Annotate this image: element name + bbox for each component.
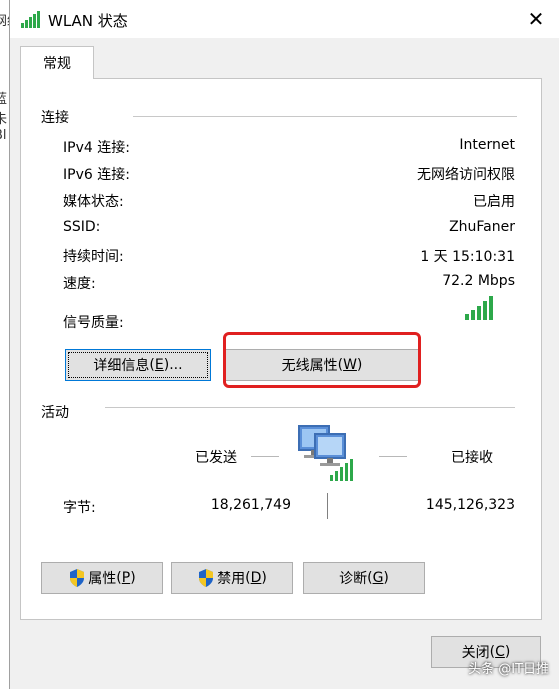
wifi-signal-icon <box>21 11 40 28</box>
details-button[interactable]: 详细信息(E)... <box>65 349 211 381</box>
ssid-label: SSID: <box>63 219 101 235</box>
diagnose-access-key: G <box>372 570 384 586</box>
wireless-properties-button[interactable]: 无线属性(W) <box>225 349 419 381</box>
disable-button[interactable]: 禁用(D) <box>171 562 293 594</box>
connection-section-title: 连接 <box>41 110 69 126</box>
duration-value: 1 天 15:10:31 <box>420 249 515 265</box>
general-panel: 连接 IPv4 连接: Internet IPv6 连接: 无网络访问权限 媒体… <box>20 78 542 620</box>
bytes-sent-value: 18,261,749 <box>210 497 291 513</box>
signal-quality-label: 信号质量: <box>63 315 124 331</box>
diagnose-button[interactable]: 诊断(G) <box>303 562 425 594</box>
activity-section-title: 活动 <box>41 405 69 421</box>
title-bar[interactable]: WLAN 状态 ✕ <box>10 0 559 38</box>
ipv6-label: IPv6 连接: <box>63 167 130 183</box>
close-icon: ✕ <box>527 7 545 31</box>
section-divider <box>133 116 517 117</box>
ssid-value: ZhuFaner <box>449 219 515 235</box>
details-access-key: E <box>154 357 164 373</box>
speed-label: 速度: <box>63 276 96 292</box>
background-text: 未 <box>0 108 7 127</box>
background-text: 蓝 <box>0 88 7 107</box>
uac-shield-icon <box>199 569 214 587</box>
sent-label: 已发送 <box>195 450 237 466</box>
ipv4-value: Internet <box>459 137 515 153</box>
media-state-value: 已启用 <box>473 194 515 210</box>
bytes-divider <box>327 493 328 519</box>
sent-line <box>251 456 279 457</box>
uac-shield-icon <box>70 569 85 587</box>
wireless-access-key: W <box>343 357 357 373</box>
window-title: WLAN 状态 <box>48 12 128 30</box>
ipv6-value: 无网络访问权限 <box>417 167 515 183</box>
close-window-button[interactable]: ✕ <box>513 0 559 38</box>
bytes-label: 字节: <box>63 500 96 516</box>
received-line <box>379 456 407 457</box>
properties-button[interactable]: 属性(P) <box>41 562 163 594</box>
duration-label: 持续时间: <box>63 249 124 265</box>
details-label: 详细信息 <box>93 358 150 374</box>
diagnose-label: 诊断 <box>339 571 368 587</box>
details-suffix: ... <box>169 357 183 373</box>
received-label: 已接收 <box>451 450 493 466</box>
signal-strength-icon <box>465 296 493 320</box>
properties-label: 属性 <box>88 571 117 587</box>
wlan-status-dialog: WLAN 状态 ✕ 常规 连接 IPv4 连接: Internet IPv6 连… <box>9 0 559 689</box>
background-text: Bl <box>0 128 7 143</box>
ipv4-label: IPv4 连接: <box>63 140 130 156</box>
bytes-received-value: 145,126,323 <box>425 497 515 513</box>
media-state-label: 媒体状态: <box>63 194 124 210</box>
disable-access-key: D <box>250 570 262 586</box>
section-divider <box>105 407 515 408</box>
speed-value: 72.2 Mbps <box>442 273 515 289</box>
tab-label: 常规 <box>43 56 71 72</box>
watermark-text: 头条 @IT日推 <box>468 662 549 677</box>
network-computers-icon <box>298 425 353 481</box>
wireless-properties-label: 无线属性 <box>281 358 338 374</box>
properties-access-key: P <box>121 570 131 586</box>
disable-label: 禁用 <box>217 571 246 587</box>
tab-general[interactable]: 常规 <box>20 46 94 79</box>
